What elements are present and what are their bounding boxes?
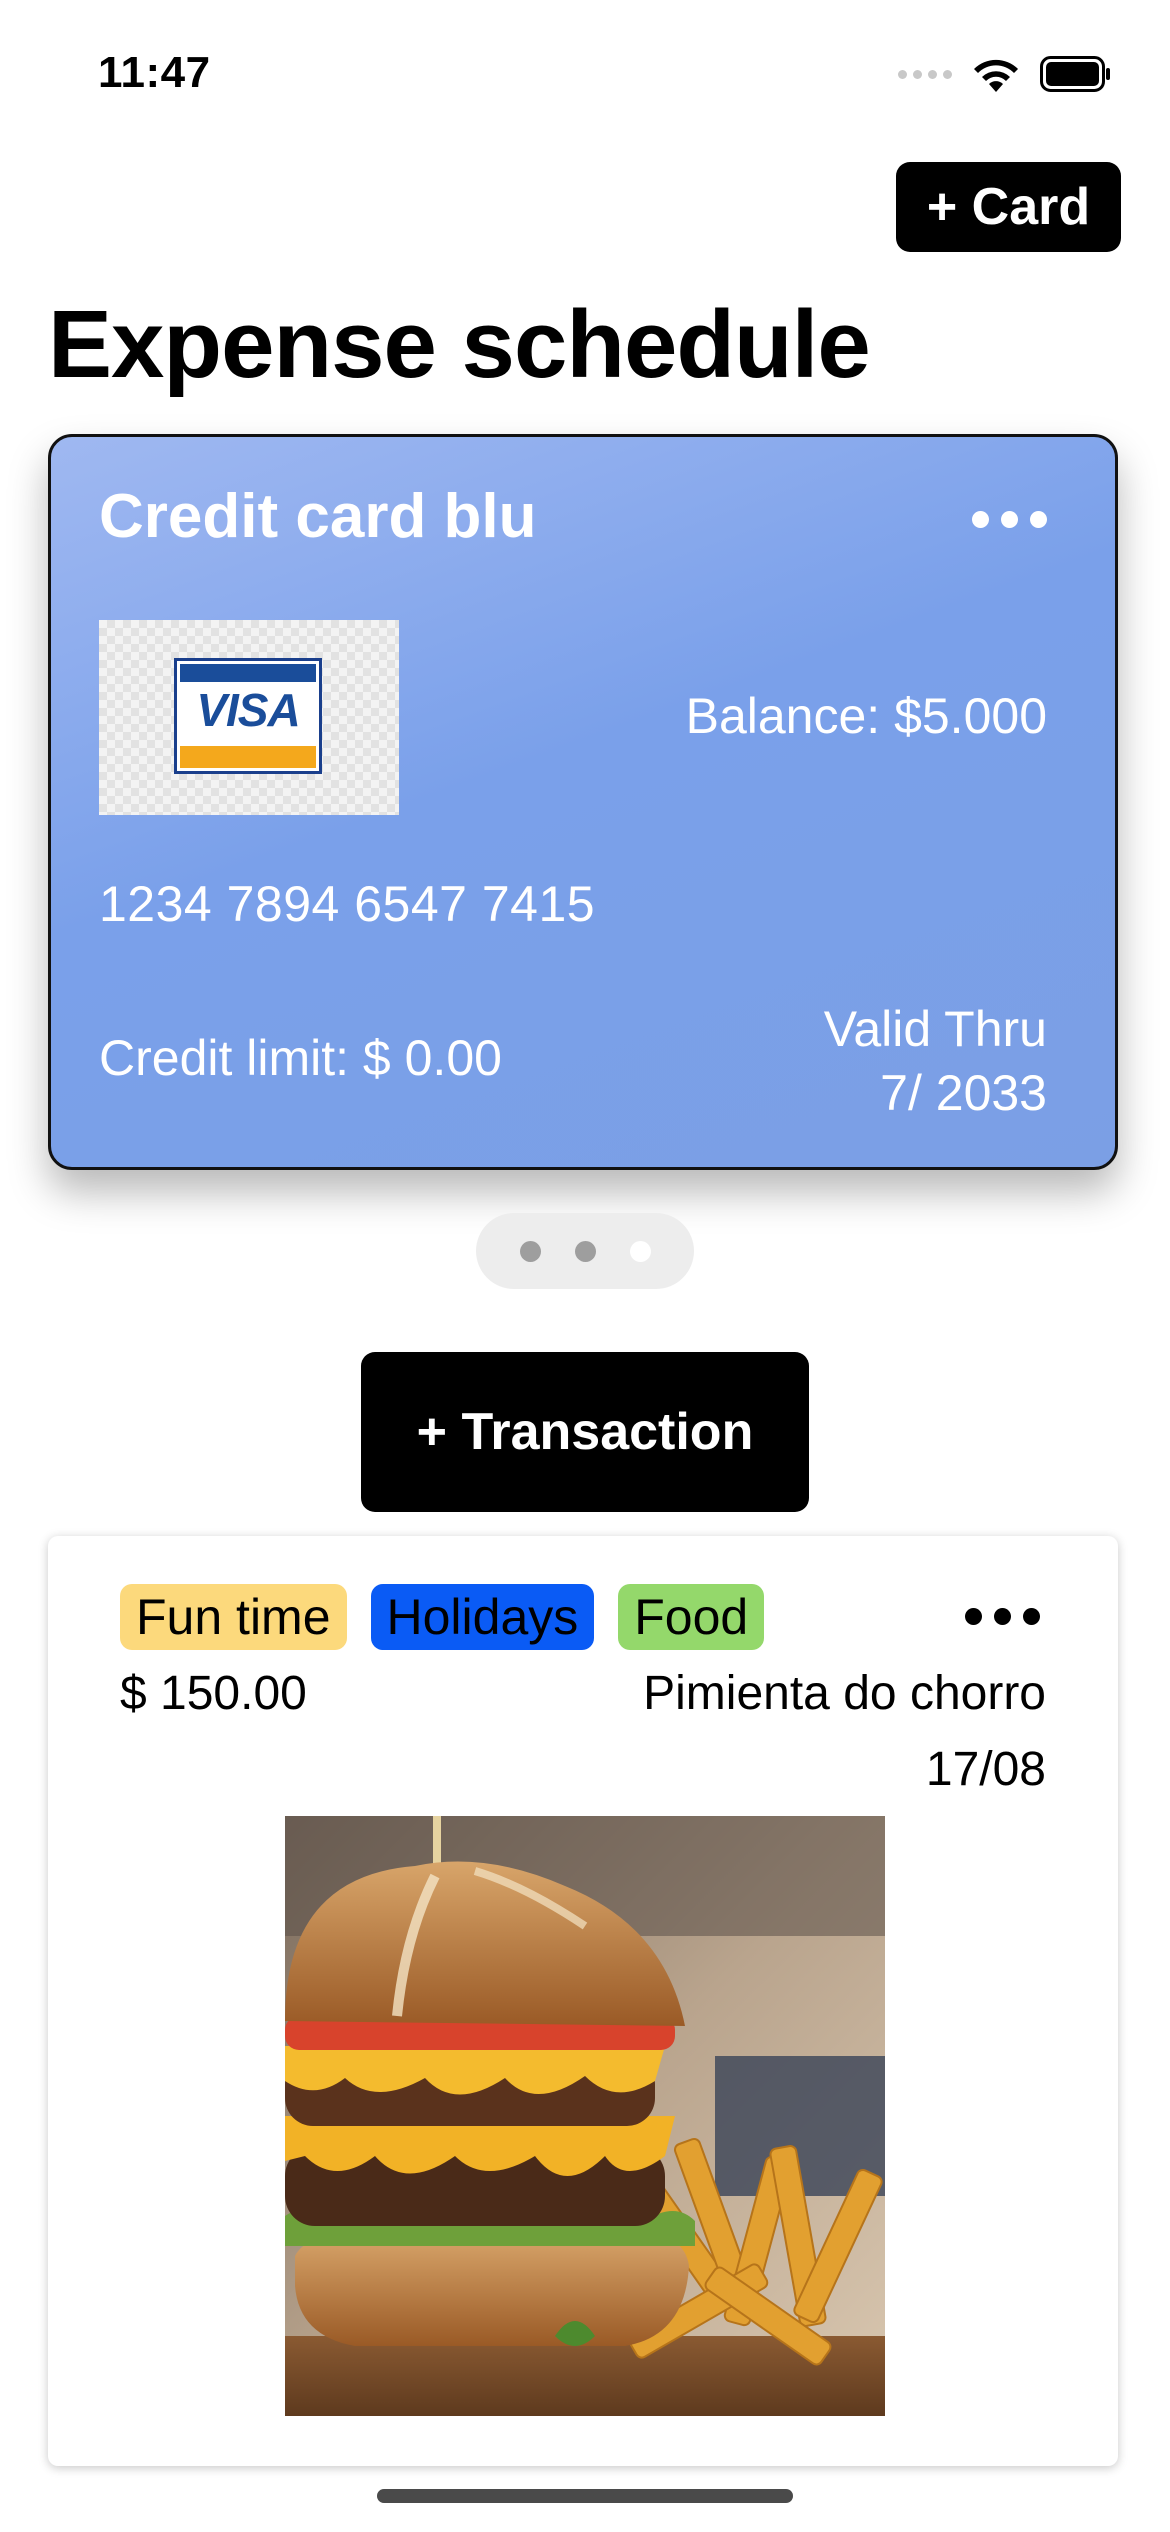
tag-holidays[interactable]: Holidays	[370, 1584, 595, 1650]
card-valid-label: Valid Thru	[823, 1001, 1047, 1057]
transaction-amount: $ 150.00	[120, 1667, 307, 1720]
page-dot[interactable]	[574, 1240, 596, 1262]
card-valid-date: 7/ 2033	[880, 1065, 1047, 1121]
tag-fun-time[interactable]: Fun time	[120, 1584, 347, 1650]
page-dot-active[interactable]	[629, 1240, 651, 1262]
card-name: Credit card blu	[99, 482, 537, 551]
card-number: 1234 7894 6547 7415	[99, 876, 596, 932]
visa-logo-text: VISA	[196, 684, 300, 736]
status-icons	[898, 52, 1112, 96]
home-indicator[interactable]	[377, 2489, 793, 2503]
add-card-button[interactable]: + Card	[896, 162, 1121, 252]
tag-food[interactable]: Food	[618, 1584, 765, 1650]
transaction-photo[interactable]	[285, 1816, 885, 2416]
transaction-merchant: Pimienta do chorro	[643, 1667, 1046, 1720]
card-valid-thru: Valid Thru 7/ 2033	[824, 997, 1047, 1125]
transaction-tags: Fun time Holidays Food	[120, 1584, 765, 1650]
visa-logo-icon: VISA	[174, 658, 322, 774]
card-balance: Balance: $5.000	[685, 688, 1047, 744]
transaction-more-icon[interactable]	[965, 1608, 1040, 1625]
transaction-date: 17/08	[925, 1743, 1046, 1796]
credit-card[interactable]: Credit card blu VISA Balance: $5.000 123…	[48, 434, 1118, 1170]
battery-icon	[1040, 56, 1112, 92]
card-brand-image: VISA	[99, 620, 399, 815]
transaction-card[interactable]: Fun time Holidays Food $ 150.00 Pimienta…	[48, 1536, 1118, 2466]
page-dot[interactable]	[519, 1240, 541, 1262]
page-title: Expense schedule	[48, 291, 871, 398]
app-screen: 11:47 + Card Expense schedule Credit car…	[0, 0, 1170, 2532]
wifi-icon	[970, 54, 1022, 94]
add-transaction-button[interactable]: + Transaction	[361, 1352, 809, 1512]
cellular-signal-icon	[898, 69, 952, 79]
card-page-indicator[interactable]	[476, 1213, 694, 1289]
card-more-icon[interactable]	[972, 511, 1047, 528]
card-credit-limit: Credit limit: $ 0.00	[99, 1030, 502, 1086]
status-time: 11:47	[98, 48, 211, 97]
